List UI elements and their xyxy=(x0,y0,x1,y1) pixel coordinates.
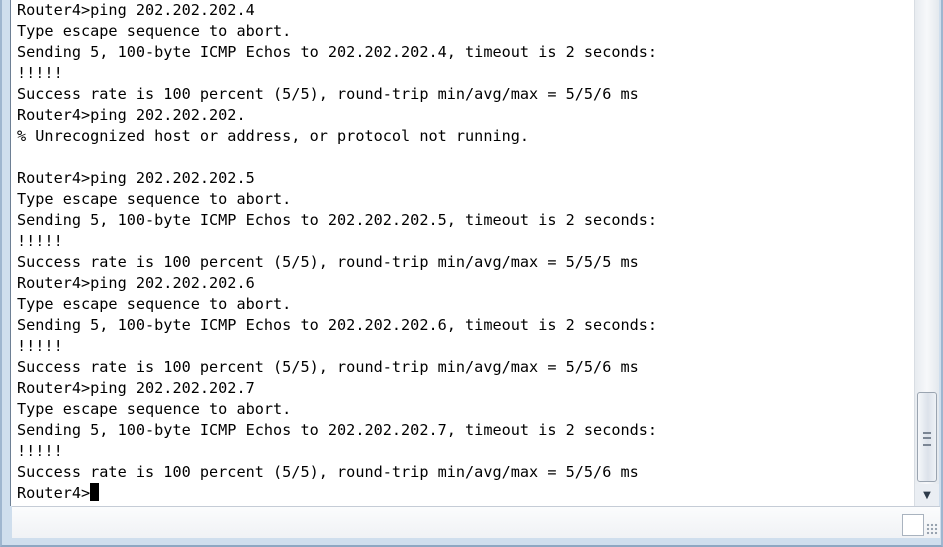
terminal-line: !!!!! xyxy=(17,64,63,82)
terminal-line: Sending 5, 100-byte ICMP Echos to 202.20… xyxy=(17,316,658,334)
terminal-line: !!!!! xyxy=(17,442,63,460)
terminal-line: Sending 5, 100-byte ICMP Echos to 202.20… xyxy=(17,421,658,439)
terminal-line: Success rate is 100 percent (5/5), round… xyxy=(17,253,639,271)
terminal-line: Sending 5, 100-byte ICMP Echos to 202.20… xyxy=(17,43,658,61)
terminal-output[interactable]: Router4>ping 202.202.202.4 Type escape s… xyxy=(10,0,914,506)
terminal-line: Type escape sequence to abort. xyxy=(17,22,292,40)
terminal-window: Router4>ping 202.202.202.4 Type escape s… xyxy=(0,0,943,547)
terminal-line: Success rate is 100 percent (5/5), round… xyxy=(17,463,639,481)
terminal-line: Success rate is 100 percent (5/5), round… xyxy=(17,85,639,103)
terminal-line: !!!!! xyxy=(17,232,63,250)
status-panel xyxy=(902,514,924,536)
scrollbar-thumb[interactable] xyxy=(917,392,937,482)
vertical-scrollbar[interactable]: ▼ xyxy=(914,0,939,506)
terminal-line: Success rate is 100 percent (5/5), round… xyxy=(17,358,639,376)
terminal-line: Router4>ping 202.202.202.7 xyxy=(17,379,255,397)
terminal-line: Router4>ping 202.202.202.4 xyxy=(17,1,255,19)
terminal-prompt-line[interactable]: Router4> xyxy=(17,483,100,504)
terminal-line: Router4>ping 202.202.202. xyxy=(17,106,246,124)
grip-icon xyxy=(923,432,931,446)
terminal-prompt: Router4> xyxy=(17,484,91,502)
terminal-line: Type escape sequence to abort. xyxy=(17,295,292,313)
terminal-line: % Unrecognized host or address, or proto… xyxy=(17,127,530,145)
terminal-line: Router4>ping 202.202.202.6 xyxy=(17,274,255,292)
terminal-line: !!!!! xyxy=(17,337,63,355)
terminal-line: Router4>ping 202.202.202.5 xyxy=(17,169,255,187)
text-cursor xyxy=(90,483,100,501)
terminal-line: Sending 5, 100-byte ICMP Echos to 202.20… xyxy=(17,211,658,229)
status-bar xyxy=(12,506,940,538)
scrollbar-track[interactable] xyxy=(915,0,939,484)
resize-grip-icon[interactable] xyxy=(926,523,938,535)
chevron-down-icon: ▼ xyxy=(923,490,931,501)
terminal-line: Type escape sequence to abort. xyxy=(17,190,292,208)
terminal-line: Type escape sequence to abort. xyxy=(17,400,292,418)
scroll-down-button[interactable]: ▼ xyxy=(915,486,939,506)
